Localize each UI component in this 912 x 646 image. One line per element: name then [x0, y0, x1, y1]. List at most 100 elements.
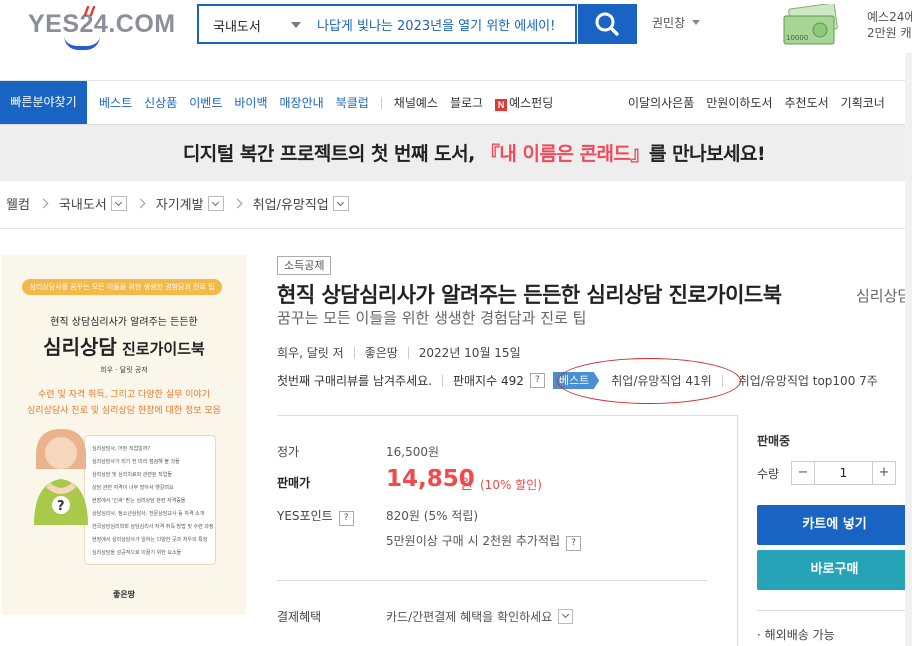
event-banner[interactable]: 디지털 복간 프로젝트의 첫 번째 도서, 『내 이름은 콘래드』를 만나보세요… — [0, 125, 912, 181]
nav-event[interactable]: 이벤트 — [189, 94, 222, 111]
sale-status: 판매중 — [757, 434, 791, 448]
book-meta: 희우, 달릿 저 좋은땅 2022년 10월 15일 — [277, 344, 521, 361]
chevron-down-icon[interactable] — [291, 22, 301, 28]
search-button[interactable] — [578, 4, 637, 44]
review-prompt-link[interactable]: 첫번째 구매리뷰를 남겨주세요. — [277, 372, 432, 389]
extra-points-help-button[interactable]: ? — [566, 536, 582, 551]
points-label-text: YES포인트 — [277, 509, 333, 523]
nav-blog[interactable]: 블로그 — [450, 94, 483, 111]
cover-toc-item: 심리상담 및 심리치료와 관련된 직업들 — [92, 472, 172, 478]
nav-store[interactable]: 매장안내 — [280, 94, 324, 111]
logo-smile-icon — [64, 36, 100, 50]
promo-text-line2[interactable]: 2만원 캐 — [867, 24, 912, 41]
points-value: 820원 (5% 적립) — [386, 509, 479, 523]
breadcrumb-home[interactable]: 웰컴 — [6, 194, 30, 213]
annotation-oval — [557, 358, 741, 404]
event-text-after: 를 만나보세요! — [649, 143, 766, 165]
cover-author: 희우 · 달릿 공저 — [100, 366, 148, 374]
cover-toc-item: 현장에서 심리상담사가 일하는 다양한 곳과 처우의 특징 — [92, 537, 208, 543]
points-help-button[interactable]: ? — [338, 511, 354, 526]
nav-buyback[interactable]: 바이백 — [234, 94, 267, 111]
promo-text-line1[interactable]: 예스24에 — [867, 8, 912, 25]
quantity-increase-button[interactable]: + — [872, 461, 896, 485]
meta-separator — [441, 374, 443, 387]
cover-toc-item: 심리상담사가 되기 전 미리 점검해 볼 것들 — [92, 459, 180, 465]
book-cover-image[interactable]: 심리상담사를 꿈꾸는 모든 이들을 위한 생생한 경험담과 진로 팁 현직 상담… — [2, 255, 246, 615]
payment-benefit-label: 결제혜택 — [277, 610, 322, 624]
breadcrumb-dropdown-button[interactable] — [207, 196, 224, 211]
sales-index-help-button[interactable]: ? — [529, 373, 545, 388]
breadcrumb: 웰컴 국내도서 자기계발 취업/유망직업 — [6, 194, 349, 213]
list-price-label: 정가 — [277, 445, 300, 459]
nav-bestseller[interactable]: 베스트 — [99, 94, 132, 111]
quantity-label: 수량 — [757, 467, 780, 481]
divider — [0, 228, 912, 229]
nav-channel-yes[interactable]: 채널예스 — [394, 94, 438, 111]
sale-price-unit: 원 — [460, 477, 473, 493]
nav-recommended[interactable]: 추천도서 — [785, 94, 829, 111]
chevron-right-icon — [38, 198, 49, 209]
event-text-before: 디지털 복간 프로젝트의 첫 번째 도서, — [182, 143, 481, 165]
search-category-select[interactable]: 국내도서 — [213, 16, 261, 35]
extra-points-text: 5만원이상 구매 시 2천원 추가적립 — [386, 534, 561, 548]
cover-toc-item: 한국상담심리학회 상담심리사 자격 취득 방법 및 수련 과정 — [92, 524, 214, 530]
overseas-shipping-info: · 해외배송 가능 — [757, 628, 835, 642]
cover-toc-item: 현장에서 '인싸' 받는 심리상담 관련 자격증들 — [92, 498, 186, 504]
payment-benefit-value[interactable]: 카드/간편결제 혜택을 확인하세요 — [386, 608, 574, 625]
sub-nav: 이달의사은품 만원이하도서 추천도서 기획코너 — [628, 81, 897, 124]
quantity-decrease-button[interactable]: − — [791, 461, 815, 485]
cover-line: 심리상담사 진로 및 심리상담 현장에 대한 정보 모음 — [27, 406, 221, 416]
main-nav: 베스트 신상품 이벤트 바이백 매장안내 북클럽 채널예스 블로그 N 예스펀딩 — [99, 81, 565, 124]
cover-title-main: 심리상담 — [43, 335, 117, 359]
money-banner-image[interactable]: 10000 — [782, 2, 840, 46]
search-icon — [595, 12, 619, 36]
sale-price-label: 판매가 — [277, 476, 311, 490]
chevron-down-icon[interactable] — [558, 609, 574, 624]
book-author[interactable]: 희우, 달릿 저 — [277, 344, 344, 361]
search-input[interactable] — [317, 13, 567, 35]
breadcrumb-career[interactable]: 취업/유망직업 — [253, 194, 329, 213]
yes24-logo[interactable]: YES24.COM — [28, 6, 175, 50]
breadcrumb-dropdown-button[interactable] — [110, 196, 127, 211]
extra-points: 5만원이상 구매 시 2천원 추가적립? — [386, 532, 582, 551]
nav-under-10000[interactable]: 만원이하도서 — [706, 94, 772, 111]
breadcrumb-domestic[interactable]: 국내도서 — [59, 194, 107, 213]
quantity-input[interactable]: 1 — [814, 461, 873, 485]
nav-new[interactable]: 신상품 — [144, 94, 177, 111]
divider — [277, 580, 707, 581]
svg-text:?: ? — [57, 499, 65, 514]
nav-separator — [380, 96, 382, 109]
top100-rank-link[interactable]: 취업/유망직업 top100 7주 — [739, 372, 878, 389]
add-to-cart-button[interactable]: 카트에 넣기 — [757, 505, 912, 545]
chevron-right-icon — [232, 198, 243, 209]
event-text-highlight: 『내 이름은 콘래드』 — [480, 143, 650, 165]
search-box: 국내도서 — [197, 4, 577, 44]
user-menu-caret-icon[interactable] — [692, 20, 700, 25]
chevron-right-icon — [135, 198, 146, 209]
quick-category-button[interactable]: 빠른분야찾기 — [0, 81, 87, 124]
breadcrumb-dropdown-button[interactable] — [332, 196, 349, 211]
nav-funding-label: 예스펀딩 — [509, 96, 554, 110]
nav-gift[interactable]: 이달의사은품 — [628, 94, 694, 111]
meta-separator — [407, 346, 409, 359]
nav-bookclub[interactable]: 북클럽 — [336, 94, 369, 111]
book-pub-date: 2022년 10월 15일 — [418, 346, 521, 360]
cover-publisher: 좋은땅 — [112, 590, 136, 599]
payment-benefit-text: 카드/간편결제 혜택을 확인하세요 — [386, 610, 553, 624]
cover-toc-item: 심리상담을 성공적으로 이끌기 위한 요소들 — [92, 550, 182, 556]
divider — [757, 610, 912, 611]
nav-special-corner[interactable]: 기획코너 — [841, 94, 885, 111]
nav-funding[interactable]: N 예스펀딩 — [495, 94, 553, 111]
scrollbar[interactable] — [905, 53, 912, 646]
book-publisher[interactable]: 좋은땅 — [365, 344, 398, 361]
book-title-suffix: 심리상담 — [856, 287, 912, 305]
list-price-value: 16,500원 — [386, 445, 440, 459]
meta-separator — [353, 346, 355, 359]
divider — [277, 415, 737, 416]
cover-line: 수련 및 자격 취득, 그리고 다양한 실무 이야기 — [38, 390, 210, 400]
breadcrumb-self-help[interactable]: 자기계발 — [156, 194, 204, 213]
buy-now-button[interactable]: 바로구매 — [757, 550, 912, 590]
funding-logo-icon: N — [495, 99, 508, 111]
user-name[interactable]: 권민창 — [652, 14, 685, 31]
cover-title-rest: 진로가이드북 — [116, 340, 205, 358]
